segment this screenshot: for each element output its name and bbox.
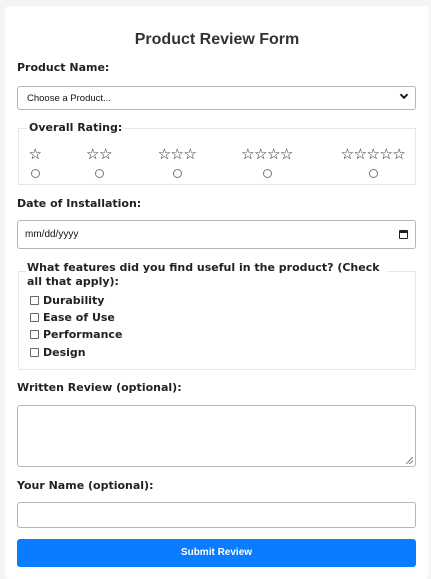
rating-option-4[interactable]: ☆☆☆☆ bbox=[239, 147, 295, 178]
review-form-card: Product Review Form Product Name: Choose… bbox=[5, 6, 429, 579]
your-name-label: Your Name (optional): bbox=[17, 479, 154, 492]
feature-option-performance[interactable]: Performance bbox=[30, 328, 122, 341]
rating-radio-3[interactable] bbox=[172, 169, 182, 178]
feature-option-design[interactable]: Design bbox=[30, 346, 86, 359]
feature-label: Ease of Use bbox=[43, 311, 115, 324]
feature-label: Durability bbox=[43, 294, 105, 307]
feature-checkbox[interactable] bbox=[30, 313, 39, 322]
feature-option-ease-of-use[interactable]: Ease of Use bbox=[30, 311, 115, 324]
rating-option-2[interactable]: ☆☆ bbox=[83, 147, 115, 178]
product-name-label: Product Name: bbox=[17, 61, 110, 74]
star-icon: ☆☆☆☆☆ bbox=[340, 145, 406, 163]
written-review-textarea[interactable] bbox=[17, 405, 416, 467]
rating-radio-5[interactable] bbox=[368, 169, 378, 178]
rating-radio-4[interactable] bbox=[262, 169, 272, 178]
feature-option-durability[interactable]: Durability bbox=[30, 294, 104, 307]
date-label: Date of Installation: bbox=[17, 197, 142, 210]
rating-option-1[interactable]: ☆ bbox=[25, 147, 45, 178]
feature-checkbox[interactable] bbox=[30, 330, 39, 339]
rating-option-3[interactable]: ☆☆☆ bbox=[155, 147, 199, 178]
rating-legend: Overall Rating: bbox=[27, 121, 125, 134]
date-input[interactable]: mm/dd/yyyy bbox=[17, 220, 416, 249]
star-icon: ☆ bbox=[28, 145, 42, 163]
product-select[interactable]: Choose a Product... bbox=[17, 86, 416, 110]
rating-radio-2[interactable] bbox=[94, 169, 104, 178]
rating-option-5[interactable]: ☆☆☆☆☆ bbox=[338, 147, 408, 178]
star-icon: ☆☆☆☆ bbox=[241, 145, 293, 163]
product-select-value: Choose a Product... bbox=[27, 93, 111, 104]
date-placeholder: mm/dd/yyyy bbox=[25, 229, 79, 240]
resize-grip-icon[interactable] bbox=[406, 457, 413, 464]
your-name-input[interactable] bbox=[17, 502, 416, 528]
feature-label: Design bbox=[43, 346, 86, 359]
feature-checkbox[interactable] bbox=[30, 296, 39, 305]
features-question: What features did you find useful in the… bbox=[27, 261, 387, 289]
submit-review-button[interactable]: Submit Review bbox=[17, 539, 416, 567]
written-review-label: Written Review (optional): bbox=[17, 381, 182, 394]
star-icon: ☆☆ bbox=[86, 145, 112, 163]
form-title: Product Review Form bbox=[134, 31, 300, 48]
feature-label: Performance bbox=[43, 328, 123, 341]
feature-checkbox[interactable] bbox=[30, 348, 39, 357]
chevron-down-icon bbox=[399, 91, 409, 104]
calendar-icon[interactable] bbox=[399, 230, 408, 239]
star-icon: ☆☆☆ bbox=[157, 145, 197, 163]
rating-radio-1[interactable] bbox=[30, 169, 40, 178]
